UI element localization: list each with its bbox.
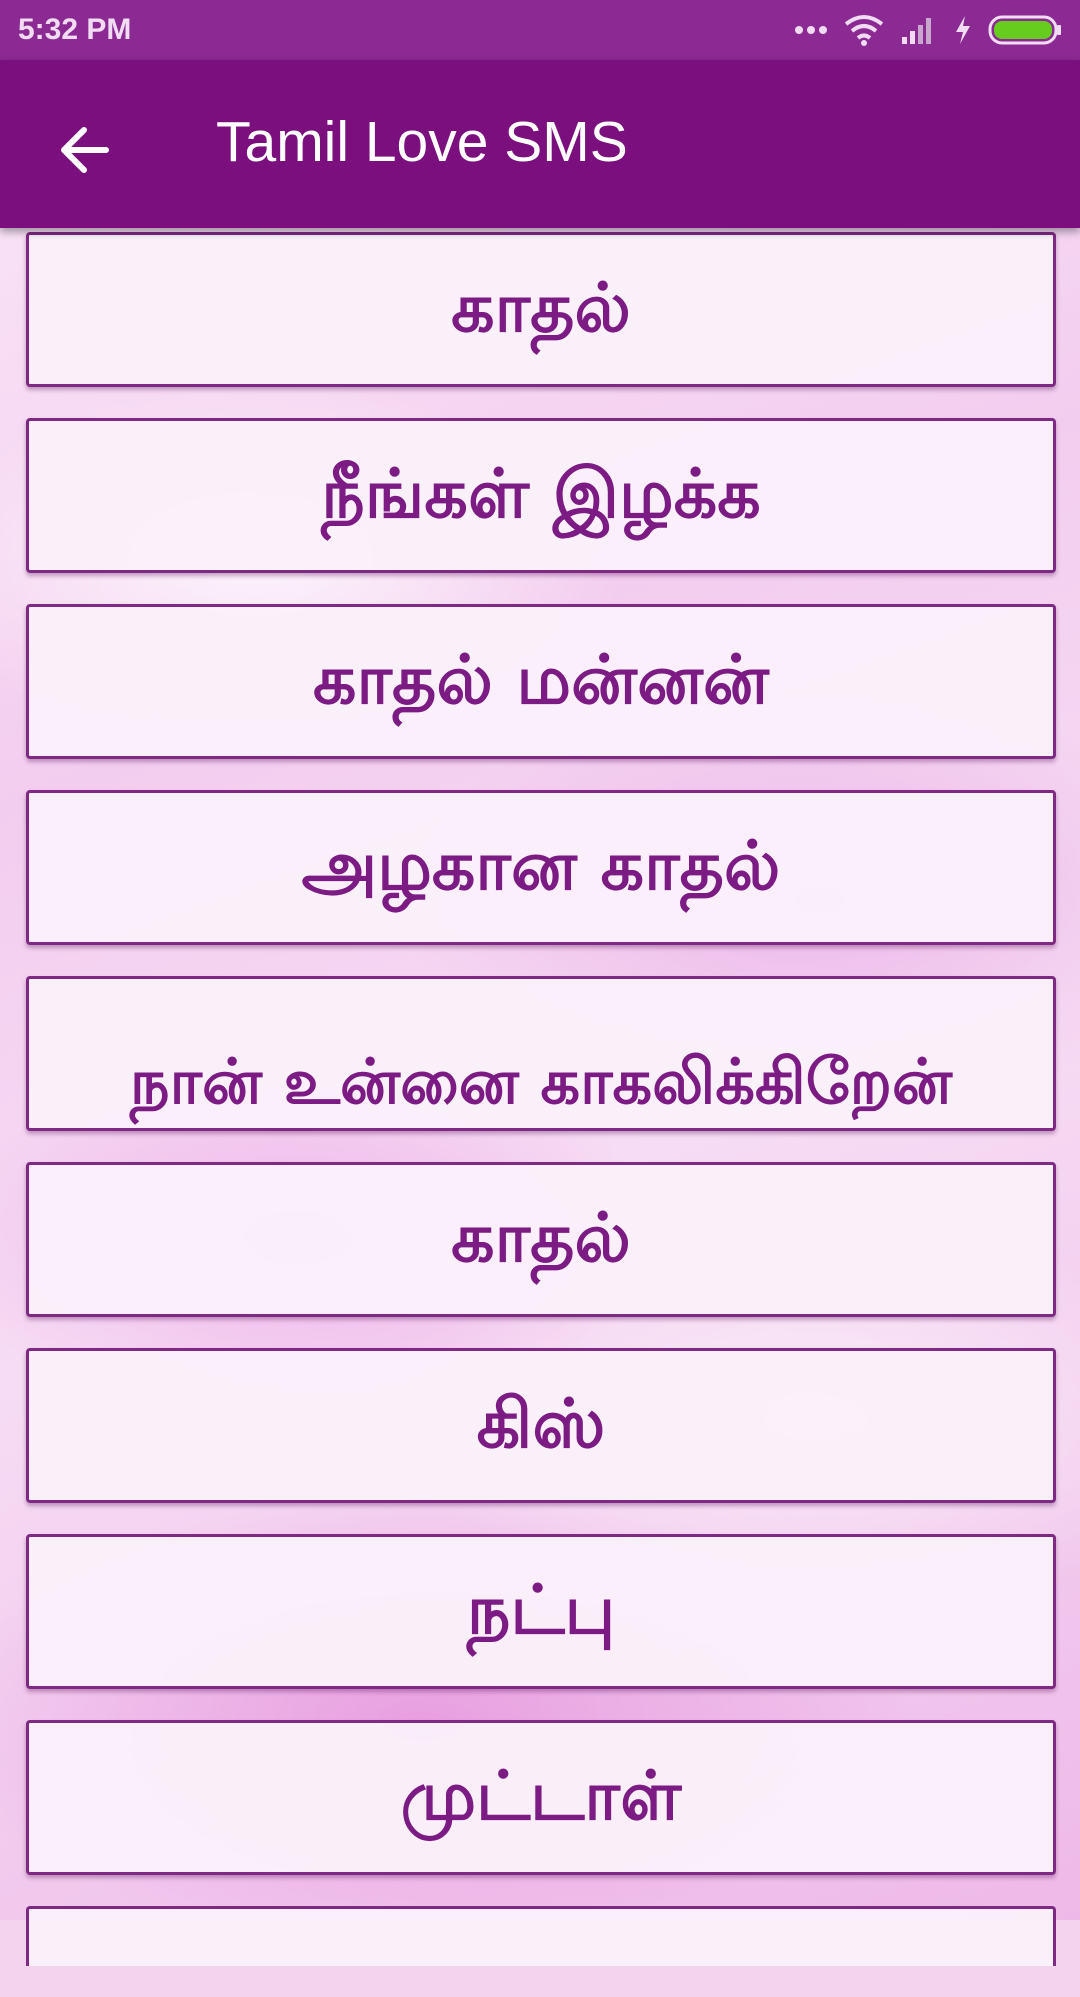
category-item[interactable]: நான் உன்னை காகலிக்கிறேன் xyxy=(26,976,1056,1131)
page-title: Tamil Love SMS xyxy=(216,110,628,174)
category-item[interactable]: நட்பு xyxy=(26,1534,1056,1689)
category-label: நீங்கள் இழக்க xyxy=(321,455,761,535)
category-item[interactable]: கிஸ் xyxy=(26,1348,1056,1503)
category-label: அழகான காதல் xyxy=(301,827,781,907)
wifi-icon xyxy=(844,14,884,46)
back-button[interactable] xyxy=(42,110,126,194)
category-label: காதல் மன்னன் xyxy=(313,641,769,721)
app-bar: Tamil Love SMS xyxy=(0,60,1080,228)
arrow-back-icon xyxy=(58,126,110,178)
battery-icon xyxy=(988,15,1062,45)
status-time: 5:32 PM xyxy=(18,13,132,46)
category-item[interactable]: அழகான காதல் xyxy=(26,790,1056,945)
category-item[interactable]: காதல் xyxy=(26,1162,1056,1317)
more-dots-icon xyxy=(794,25,828,35)
category-label: கிஸ் xyxy=(476,1385,606,1465)
category-list: காதல் நீங்கள் இழக்க காதல் மன்னன் அழகான க… xyxy=(26,232,1056,1997)
category-label: காதல் xyxy=(451,1199,631,1279)
category-item[interactable]: காதல் xyxy=(26,232,1056,387)
category-item[interactable]: காதல் மன்னன் xyxy=(26,604,1056,759)
category-label: நட்பு xyxy=(466,1571,616,1651)
charging-icon xyxy=(954,15,972,45)
status-bar: 5:32 PM xyxy=(0,0,1080,60)
category-label: காதல் xyxy=(451,269,631,349)
category-label: முட்டாள் xyxy=(400,1757,682,1837)
category-item[interactable]: நீங்கள் இழக்க xyxy=(26,418,1056,573)
category-label: நான் உன்னை காகலிக்கிறேன் xyxy=(129,1045,953,1119)
category-item-partial[interactable] xyxy=(26,1906,1056,1966)
status-icons xyxy=(794,14,1062,46)
category-item[interactable]: முட்டாள் xyxy=(26,1720,1056,1875)
cell-signal-icon xyxy=(900,15,938,45)
